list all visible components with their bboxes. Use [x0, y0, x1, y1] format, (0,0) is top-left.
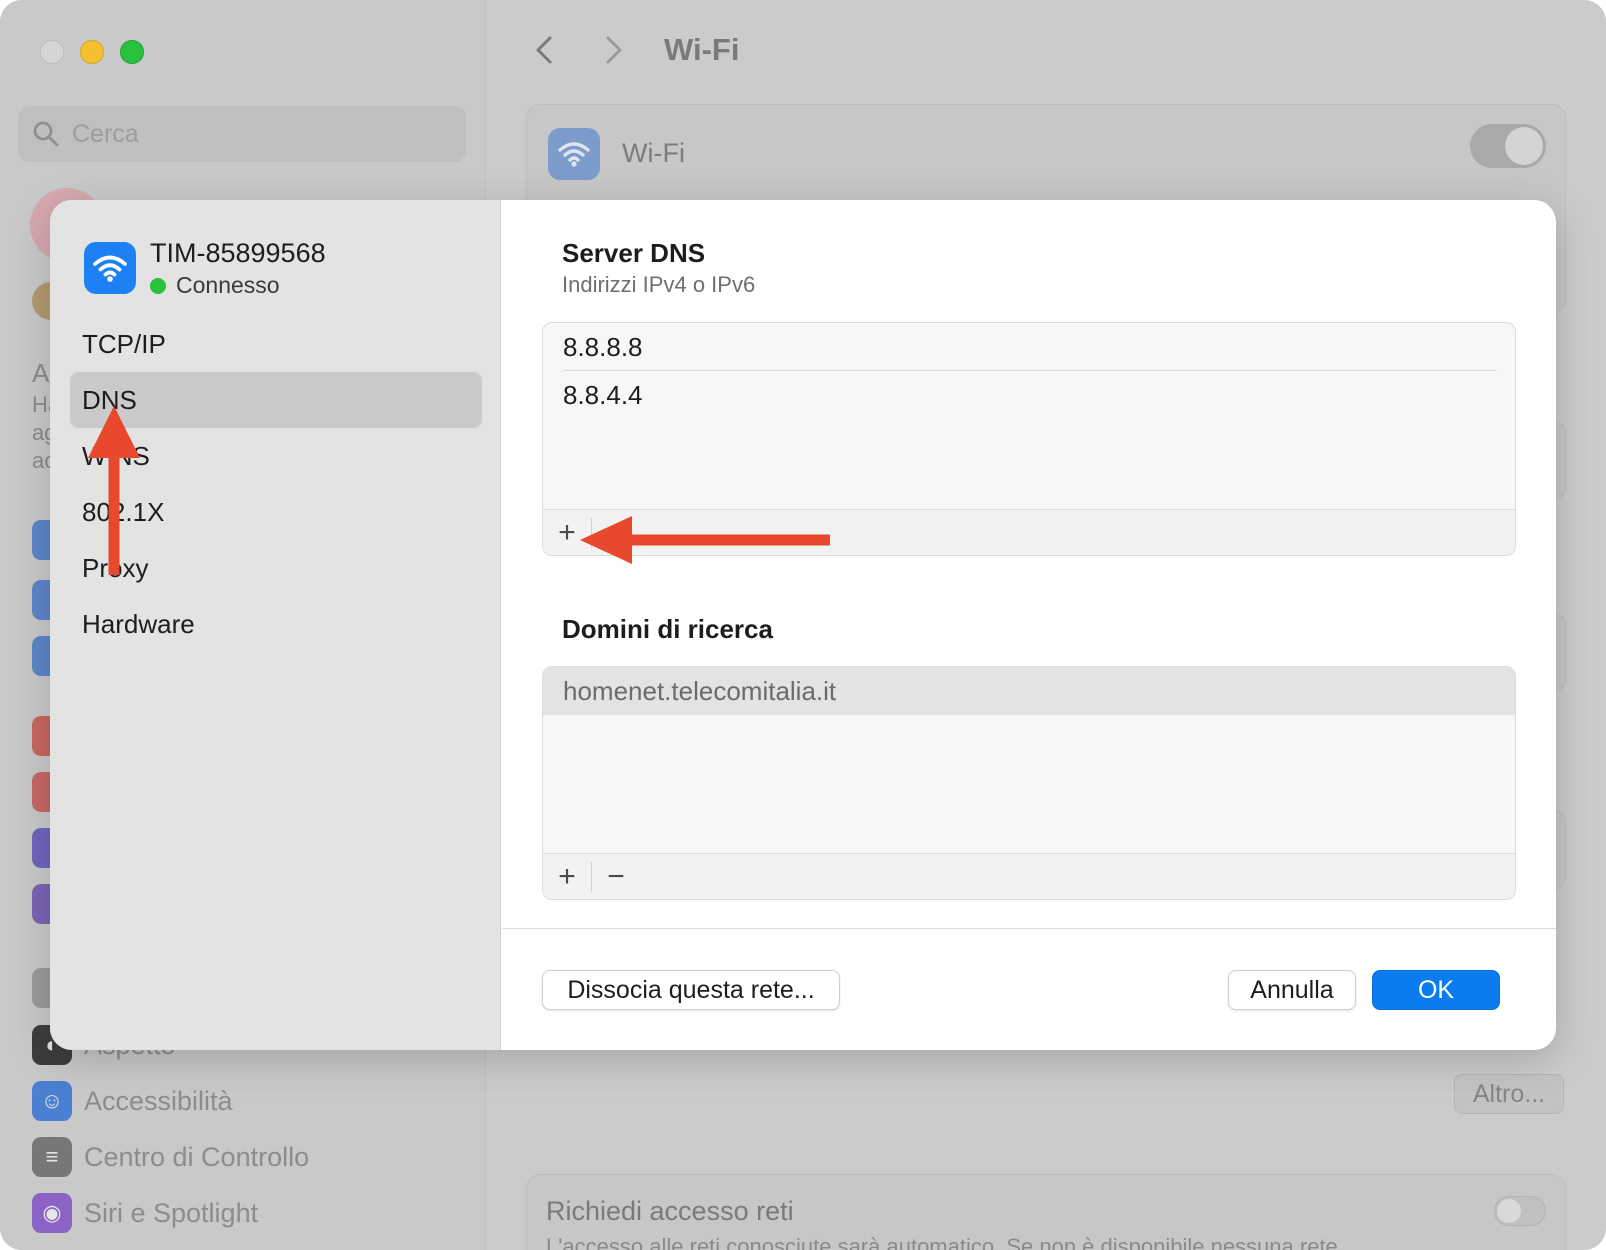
menu-item-8021x[interactable]: 802.1X: [70, 484, 482, 540]
forward-arrow-icon[interactable]: [598, 32, 628, 68]
add-dns-server-button[interactable]: +: [543, 510, 591, 555]
request-networks-subtitle: L'accesso alle reti conosciute sarà auto…: [546, 1234, 1338, 1250]
request-networks-title: Richiedi accesso reti: [546, 1196, 794, 1226]
ok-button[interactable]: OK: [1372, 970, 1500, 1010]
minimize-window-button[interactable]: [80, 40, 104, 64]
wifi-network-icon: [84, 242, 136, 294]
network-status-label: Connesso: [176, 272, 280, 298]
menu-item-hardware[interactable]: Hardware: [70, 596, 482, 652]
sidebar-item-label: Siri e Spotlight: [84, 1197, 259, 1228]
sheet-menu: TCP/IP DNS WINS 802.1X Proxy Hardware: [70, 316, 482, 652]
wifi-toggle[interactable]: [1470, 124, 1546, 168]
menu-item-proxy[interactable]: Proxy: [70, 540, 482, 596]
search-icon: [33, 121, 59, 147]
dns-server-row[interactable]: 8.8.8.8: [543, 323, 1515, 371]
search-placeholder: Cerca: [72, 120, 139, 148]
sheet-sidebar: TIM-85899568 Connesso TCP/IP DNS WINS 80…: [50, 200, 501, 1050]
page-title: Wi-Fi: [664, 32, 740, 67]
network-status: Connesso: [150, 272, 280, 299]
request-networks-toggle[interactable]: [1494, 1196, 1546, 1226]
cancel-button[interactable]: Annulla: [1228, 970, 1356, 1010]
sidebar-fragment: A: [32, 358, 50, 388]
dns-server-row[interactable]: 8.8.4.4: [543, 371, 1515, 419]
close-window-button[interactable]: [40, 40, 64, 64]
sidebar-item-siri-spotlight[interactable]: ◉ Siri e Spotlight: [32, 1192, 258, 1234]
sidebar-item-centro-di-controllo[interactable]: ≡ Centro di Controllo: [32, 1136, 309, 1178]
sidebar-item-accessibilita[interactable]: ☺ Accessibilità: [32, 1080, 233, 1122]
maximize-window-button[interactable]: [120, 40, 144, 64]
remove-domain-button[interactable]: −: [592, 854, 640, 899]
forget-network-button[interactable]: Dissocia questa rete...: [542, 970, 840, 1010]
altro-button[interactable]: Altro...: [1454, 1074, 1564, 1114]
menu-item-wins[interactable]: WINS: [70, 428, 482, 484]
toolbar-divider: [591, 518, 592, 548]
siri-icon: ◉: [32, 1193, 72, 1233]
sidebar-item-label: Centro di Controllo: [84, 1141, 310, 1172]
sheet-content: Server DNS Indirizzi IPv4 o IPv6 8.8.8.8…: [502, 200, 1556, 1050]
sidebar-item-label: Accessibilità: [84, 1085, 233, 1116]
dns-server-list: 8.8.8.8 8.8.4.4 +: [542, 322, 1516, 556]
search-domains-title: Domini di ricerca: [562, 614, 773, 644]
accessibility-icon: ☺: [32, 1081, 72, 1121]
control-center-icon: ≡: [32, 1137, 72, 1177]
network-details-sheet: TIM-85899568 Connesso TCP/IP DNS WINS 80…: [50, 200, 1556, 1050]
footer-divider: [502, 928, 1556, 929]
search-domain-row[interactable]: homenet.telecomitalia.it: [543, 667, 1515, 715]
search-field[interactable]: Cerca: [18, 106, 466, 162]
search-domains-list: homenet.telecomitalia.it + −: [542, 666, 1516, 900]
wifi-badge-icon: [548, 128, 600, 180]
dns-list-toolbar: +: [543, 509, 1515, 555]
network-name: TIM-85899568: [150, 238, 326, 268]
menu-item-dns[interactable]: DNS: [70, 372, 482, 428]
wifi-label: Wi-Fi: [622, 138, 685, 168]
dns-section-title: Server DNS: [562, 238, 706, 268]
menu-item-tcpip[interactable]: TCP/IP: [70, 316, 482, 372]
connected-status-dot: [150, 277, 166, 294]
domains-list-toolbar: + −: [543, 853, 1515, 899]
dns-section-subtitle: Indirizzi IPv4 o IPv6: [562, 272, 756, 297]
back-arrow-icon[interactable]: [530, 32, 560, 68]
add-domain-button[interactable]: +: [543, 854, 591, 899]
